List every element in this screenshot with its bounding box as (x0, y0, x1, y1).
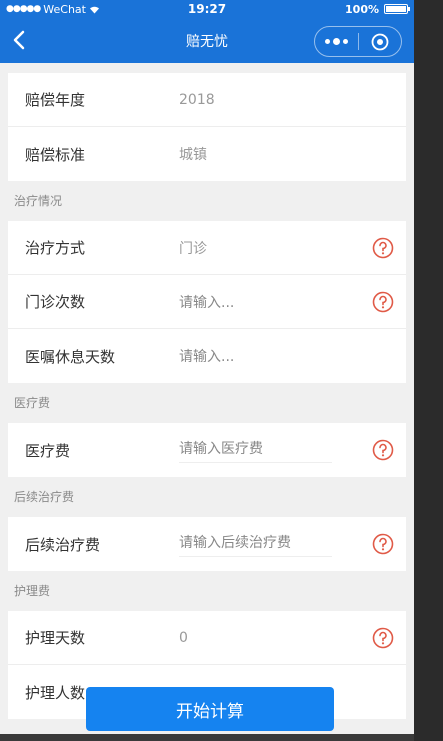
close-miniprogram-button[interactable] (359, 33, 401, 51)
form-content: 赔偿年度 2018 赔偿标准 城镇 治疗情况 治疗方式 门诊 门诊次数 请输入.… (0, 63, 414, 719)
follow-up-fee-input[interactable]: 请输入后续治疗费 (179, 532, 332, 557)
row-label: 治疗方式 (25, 239, 86, 257)
row-label: 门诊次数 (25, 293, 86, 311)
compensation-year-row[interactable]: 赔偿年度 2018 (8, 73, 406, 127)
miniprogram-capsule (314, 26, 402, 57)
status-bar: ●●●●● WeChat 19:27 100% (0, 0, 414, 18)
nav-bar: 赔无忧 (0, 18, 414, 63)
battery-percent: 100% (345, 2, 379, 16)
follow-up-fee-row: 后续治疗费 请输入后续治疗费 (8, 517, 406, 571)
section-title-medical-fee: 医疗费 (14, 396, 51, 410)
more-icon[interactable] (315, 37, 358, 45)
help-icon[interactable] (372, 533, 394, 555)
rest-days-row: 医嘱休息天数 请输入... (8, 329, 406, 383)
treatment-method-value: 门诊 (179, 240, 207, 257)
phone-screen: ●●●●● WeChat 19:27 100% 赔无忧 赔偿年度 2018 赔偿… (0, 0, 414, 741)
medical-fee-card: 医疗费 请输入医疗费 (8, 423, 406, 477)
battery-icon (384, 4, 410, 14)
row-label: 医嘱休息天数 (25, 347, 116, 366)
medical-fee-row: 医疗费 请输入医疗费 (8, 423, 406, 477)
compensation-standard-row[interactable]: 赔偿标准 城镇 (8, 127, 406, 181)
row-label: 赔偿标准 (25, 145, 86, 164)
section-title-nursing-fee: 护理费 (14, 584, 51, 598)
outpatient-visits-input[interactable]: 请输入... (179, 292, 234, 312)
compensation-card: 赔偿年度 2018 赔偿标准 城镇 (8, 73, 406, 181)
start-calculation-button[interactable]: 开始计算 (86, 687, 334, 731)
row-label: 护理人数 (25, 683, 86, 702)
wifi-icon (89, 6, 99, 13)
help-icon[interactable] (372, 627, 394, 649)
row-label: 赔偿年度 (25, 91, 86, 109)
section-title-treatment: 治疗情况 (14, 194, 63, 208)
bottom-edge (0, 734, 414, 741)
medical-fee-input[interactable]: 请输入医疗费 (179, 438, 332, 463)
help-icon[interactable] (372, 237, 394, 259)
treatment-card: 治疗方式 门诊 门诊次数 请输入... 医嘱休息天数 请输入... (8, 221, 406, 383)
page-title: 赔无忧 (186, 33, 228, 50)
outpatient-visits-row: 门诊次数 请输入... (8, 275, 406, 329)
rest-days-input[interactable]: 请输入... (179, 346, 234, 366)
nursing-days-input[interactable]: 0 (179, 630, 188, 646)
row-label: 护理天数 (25, 629, 86, 647)
compensation-standard-value: 城镇 (179, 147, 207, 163)
row-label: 医疗费 (25, 441, 71, 460)
compensation-year-value: 2018 (179, 91, 215, 108)
clock: 19:27 (187, 2, 227, 16)
treatment-method-row[interactable]: 治疗方式 门诊 (8, 221, 406, 275)
row-label: 后续治疗费 (25, 535, 101, 554)
nursing-days-row: 护理天数 0 (8, 611, 406, 665)
signal-icon: ●●●●● (6, 4, 41, 14)
back-arrow-icon[interactable] (10, 28, 30, 52)
section-title-follow-up-fee: 后续治疗费 (14, 490, 75, 504)
target-icon (371, 33, 389, 50)
follow-up-fee-card: 后续治疗费 请输入后续治疗费 (8, 517, 406, 571)
carrier-name: WeChat (43, 2, 86, 16)
help-icon[interactable] (372, 439, 394, 461)
help-icon[interactable] (372, 291, 394, 313)
